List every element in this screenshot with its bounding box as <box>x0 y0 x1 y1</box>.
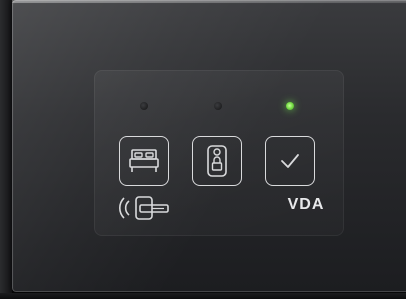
wall-edge <box>0 0 12 299</box>
make-up-room-indicator <box>214 102 222 110</box>
checkmark-icon <box>281 154 299 168</box>
door-hanger-button[interactable] <box>192 136 242 186</box>
room-control-panel-scene: VDA <box>0 0 406 299</box>
faceplate-top-edge <box>12 0 406 3</box>
confirm-button[interactable] <box>265 136 315 186</box>
bed-button[interactable] <box>119 136 169 186</box>
door-hanger-lock-icon <box>207 145 227 177</box>
brand-logo: VDA <box>287 196 325 213</box>
bed-icon <box>129 149 159 172</box>
card-reader-icon <box>119 196 169 220</box>
do-not-disturb-indicator <box>140 102 148 110</box>
floor-edge <box>0 293 406 299</box>
ready-indicator <box>286 102 294 110</box>
